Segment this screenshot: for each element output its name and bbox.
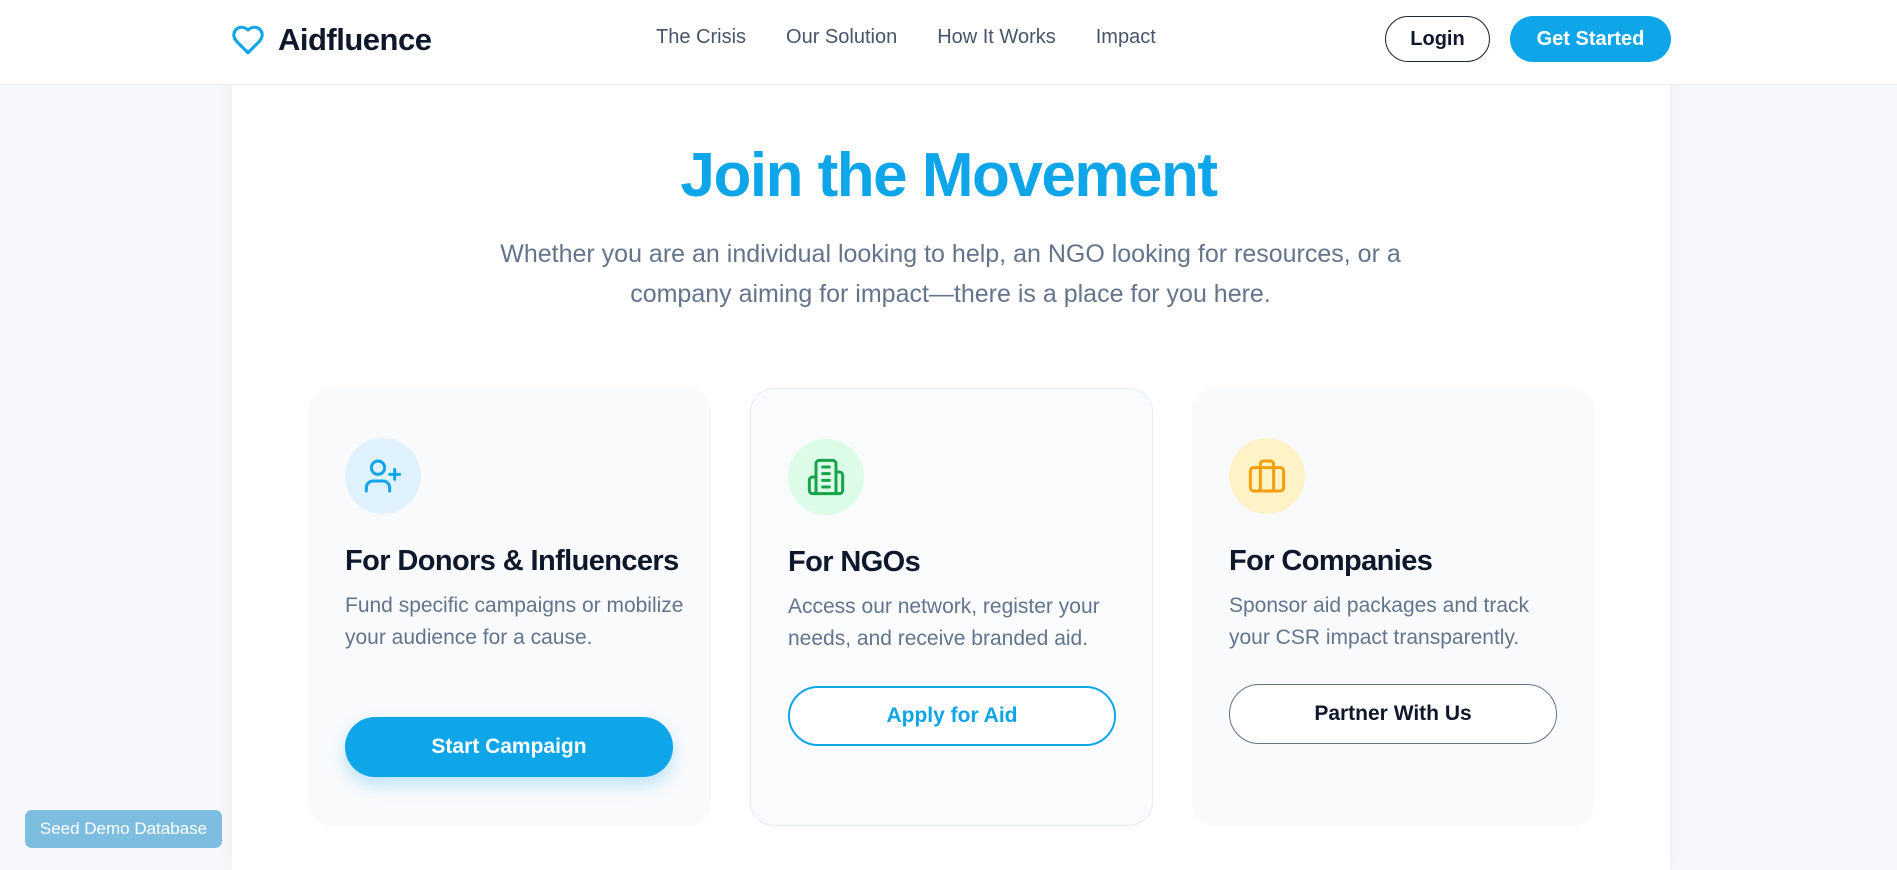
main-nav: The Crisis Our Solution How It Works Imp… <box>656 26 1196 49</box>
get-started-button[interactable]: Get Started <box>1510 16 1671 62</box>
top-navbar: Aidfluence The Crisis Our Solution How I… <box>0 0 1897 85</box>
card-title: For Donors & Influencers <box>345 545 679 577</box>
start-campaign-button[interactable]: Start Campaign <box>345 717 673 777</box>
nav-link-how-it-works[interactable]: How It Works <box>937 26 1056 49</box>
seed-demo-database-button[interactable]: Seed Demo Database <box>25 810 222 848</box>
apply-for-aid-button[interactable]: Apply for Aid <box>788 686 1116 746</box>
card-description: Access our network, register your needs,… <box>788 595 1100 650</box>
user-plus-icon <box>364 459 402 493</box>
page-subtitle: Whether you are an individual looking to… <box>500 240 1401 308</box>
card-description: Fund specific campaigns or mobilize your… <box>345 594 684 649</box>
briefcase-icon <box>1248 459 1286 493</box>
card-companies: For Companies Sponsor aid packages and t… <box>1192 388 1595 826</box>
brand-name: Aidfluence <box>278 22 432 57</box>
card-title: For Companies <box>1229 545 1433 577</box>
card-icon-wrapper <box>1229 438 1305 514</box>
login-button[interactable]: Login <box>1385 16 1490 62</box>
card-donors: For Donors & Influencers Fund specific c… <box>308 388 711 826</box>
card-icon-wrapper <box>788 439 864 515</box>
nav-link-our-solution[interactable]: Our Solution <box>786 26 897 49</box>
page-title: Join the Movement <box>680 141 1218 210</box>
nav-link-impact[interactable]: Impact <box>1096 26 1156 49</box>
heart-icon <box>232 25 264 55</box>
partner-with-us-button[interactable]: Partner With Us <box>1229 684 1557 744</box>
building-icon <box>807 458 845 496</box>
card-title: For NGOs <box>788 546 921 578</box>
card-ngos: For NGOs Access our network, register yo… <box>750 388 1153 826</box>
card-icon-wrapper <box>345 438 421 514</box>
brand-logo[interactable]: Aidfluence <box>230 20 432 60</box>
card-description: Sponsor aid packages and track your CSR … <box>1229 594 1530 649</box>
nav-link-the-crisis[interactable]: The Crisis <box>656 26 746 49</box>
